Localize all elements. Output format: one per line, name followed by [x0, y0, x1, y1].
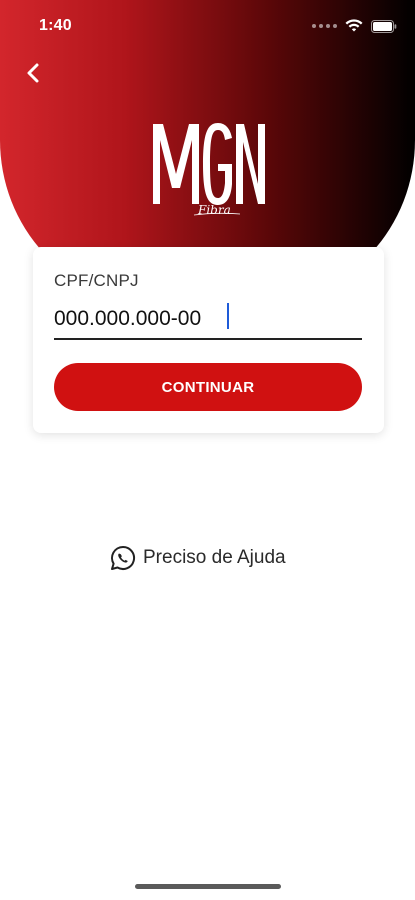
brand-logo: Fibra [150, 118, 268, 218]
status-icons [312, 18, 397, 34]
back-button[interactable] [18, 58, 48, 88]
document-label: CPF/CNPJ [54, 271, 139, 290]
battery-icon [371, 19, 397, 33]
document-input[interactable] [54, 300, 362, 340]
text-cursor [227, 303, 229, 329]
login-screen: 1:40 Fibra CPF/CNPJ 000.000.000-00 CONTI… [0, 0, 415, 900]
home-indicator[interactable] [135, 884, 281, 889]
signal-icon [312, 24, 337, 28]
chevron-left-icon [27, 63, 39, 83]
whatsapp-icon [111, 545, 135, 570]
wifi-icon [345, 19, 363, 32]
document-card: CPF/CNPJ CONTINUAR [33, 247, 384, 433]
logo-subtext: Fibra [197, 203, 231, 217]
help-link[interactable]: Preciso de Ajuda [109, 543, 286, 573]
status-time: 1:40 [39, 17, 72, 34]
continue-button[interactable]: CONTINUAR [54, 363, 362, 411]
status-bar: 1:40 [0, 0, 415, 50]
help-label: Preciso de Ajuda [143, 547, 286, 568]
